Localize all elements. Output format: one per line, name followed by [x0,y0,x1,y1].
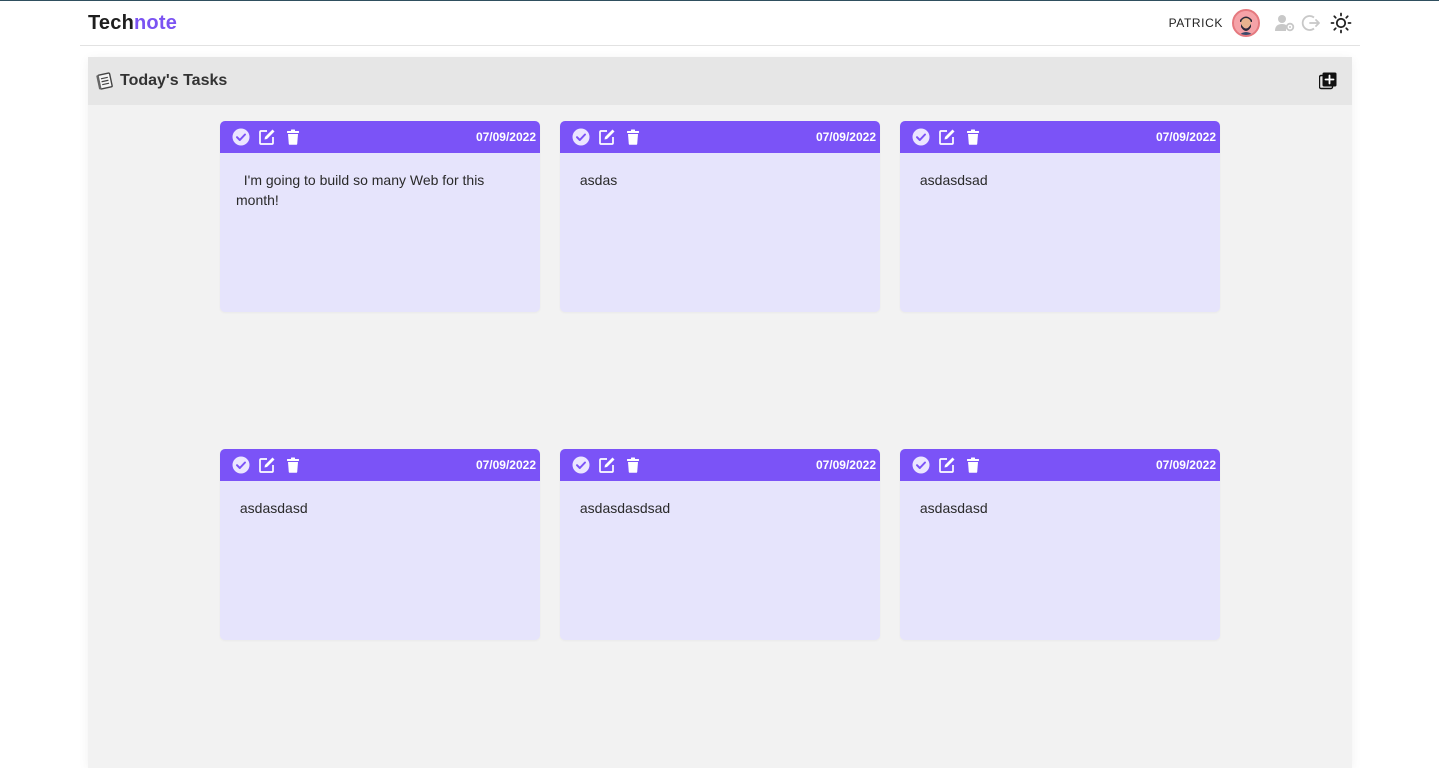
logout-icon[interactable] [1300,12,1322,34]
brand-logo-note: note [134,11,178,34]
task-card: 07/09/2022 I'm going to build so many We… [220,121,540,312]
trash-icon [627,129,639,145]
delete-task-button[interactable] [624,128,642,146]
edit-icon [599,457,615,473]
complete-task-button[interactable] [232,128,250,146]
task-date: 07/09/2022 [475,458,536,472]
edit-icon [259,457,275,473]
avatar-face-icon [1234,11,1258,35]
task-card-header: 07/09/2022 [560,121,880,153]
task-date: 07/09/2022 [815,130,876,144]
task-card: 07/09/2022 asdasdasd [900,449,1220,640]
edit-task-button[interactable] [598,128,616,146]
task-text: I'm going to build so many Web for this … [236,172,489,208]
header-right: PATRICK [1169,9,1352,37]
edit-icon [259,129,275,145]
edit-task-button[interactable] [598,456,616,474]
task-card: 07/09/2022 asdasdsad [900,121,1220,312]
trash-icon [627,457,639,473]
complete-task-button[interactable] [912,128,930,146]
task-card-actions [232,128,310,146]
edit-task-button[interactable] [938,456,956,474]
delete-task-button[interactable] [964,456,982,474]
task-date: 07/09/2022 [1155,458,1216,472]
brand-logo[interactable]: Technote [88,12,177,35]
complete-task-button[interactable] [572,128,590,146]
user-settings-icon[interactable] [1274,12,1296,34]
trash-icon [287,129,299,145]
task-date: 07/09/2022 [815,458,876,472]
check-circle-icon [912,456,930,474]
edit-icon [939,457,955,473]
trash-icon [287,457,299,473]
avatar[interactable] [1232,9,1260,37]
check-circle-icon [232,456,250,474]
app-header: Technote PATRICK [80,1,1360,46]
task-card-actions [572,128,650,146]
brand-logo-tech: Tech [88,11,134,34]
panel-title-wrap: Today's Tasks [96,72,227,90]
task-card-actions [912,456,990,474]
check-circle-icon [572,456,590,474]
task-card-header: 07/09/2022 [220,121,540,153]
task-text: asdas [576,172,618,188]
delete-task-button[interactable] [284,456,302,474]
notebook-icon [96,72,113,90]
page-title: Today's Tasks [120,72,228,89]
check-circle-icon [572,128,590,146]
tasks-panel: Today's Tasks 07/09/2022 I'm going to bu… [88,57,1352,768]
username: PATRICK [1168,16,1223,30]
trash-icon [967,129,979,145]
tasks-panel-bar: Today's Tasks [88,57,1352,105]
task-date: 07/09/2022 [475,130,536,144]
task-card-header: 07/09/2022 [560,449,880,481]
task-card: 07/09/2022 asdasdasd [220,449,540,640]
delete-task-button[interactable] [284,128,302,146]
complete-task-button[interactable] [232,456,250,474]
task-card-header: 07/09/2022 [900,449,1220,481]
task-text: asdasdasdsad [576,500,671,516]
trash-icon [967,457,979,473]
edit-task-button[interactable] [938,128,956,146]
complete-task-button[interactable] [572,456,590,474]
add-note-icon [1319,72,1337,90]
task-text: asdasdasd [916,500,988,516]
task-card-actions [912,128,990,146]
check-circle-icon [232,128,250,146]
complete-task-button[interactable] [912,456,930,474]
theme-toggle-sun-icon[interactable] [1330,12,1352,34]
task-text: asdasdsad [916,172,988,188]
task-card: 07/09/2022 asdas [560,121,880,312]
task-card-header: 07/09/2022 [220,449,540,481]
task-card-actions [232,456,310,474]
task-card: 07/09/2022 asdasdasdsad [560,449,880,640]
task-date: 07/09/2022 [1155,130,1216,144]
delete-task-button[interactable] [624,456,642,474]
task-card-actions [572,456,650,474]
task-card-header: 07/09/2022 [900,121,1220,153]
delete-task-button[interactable] [964,128,982,146]
task-text: asdasdasd [236,500,308,516]
edit-icon [599,129,615,145]
edit-task-button[interactable] [258,456,276,474]
check-circle-icon [912,128,930,146]
add-note-button[interactable] [1318,71,1338,91]
edit-task-button[interactable] [258,128,276,146]
edit-icon [939,129,955,145]
